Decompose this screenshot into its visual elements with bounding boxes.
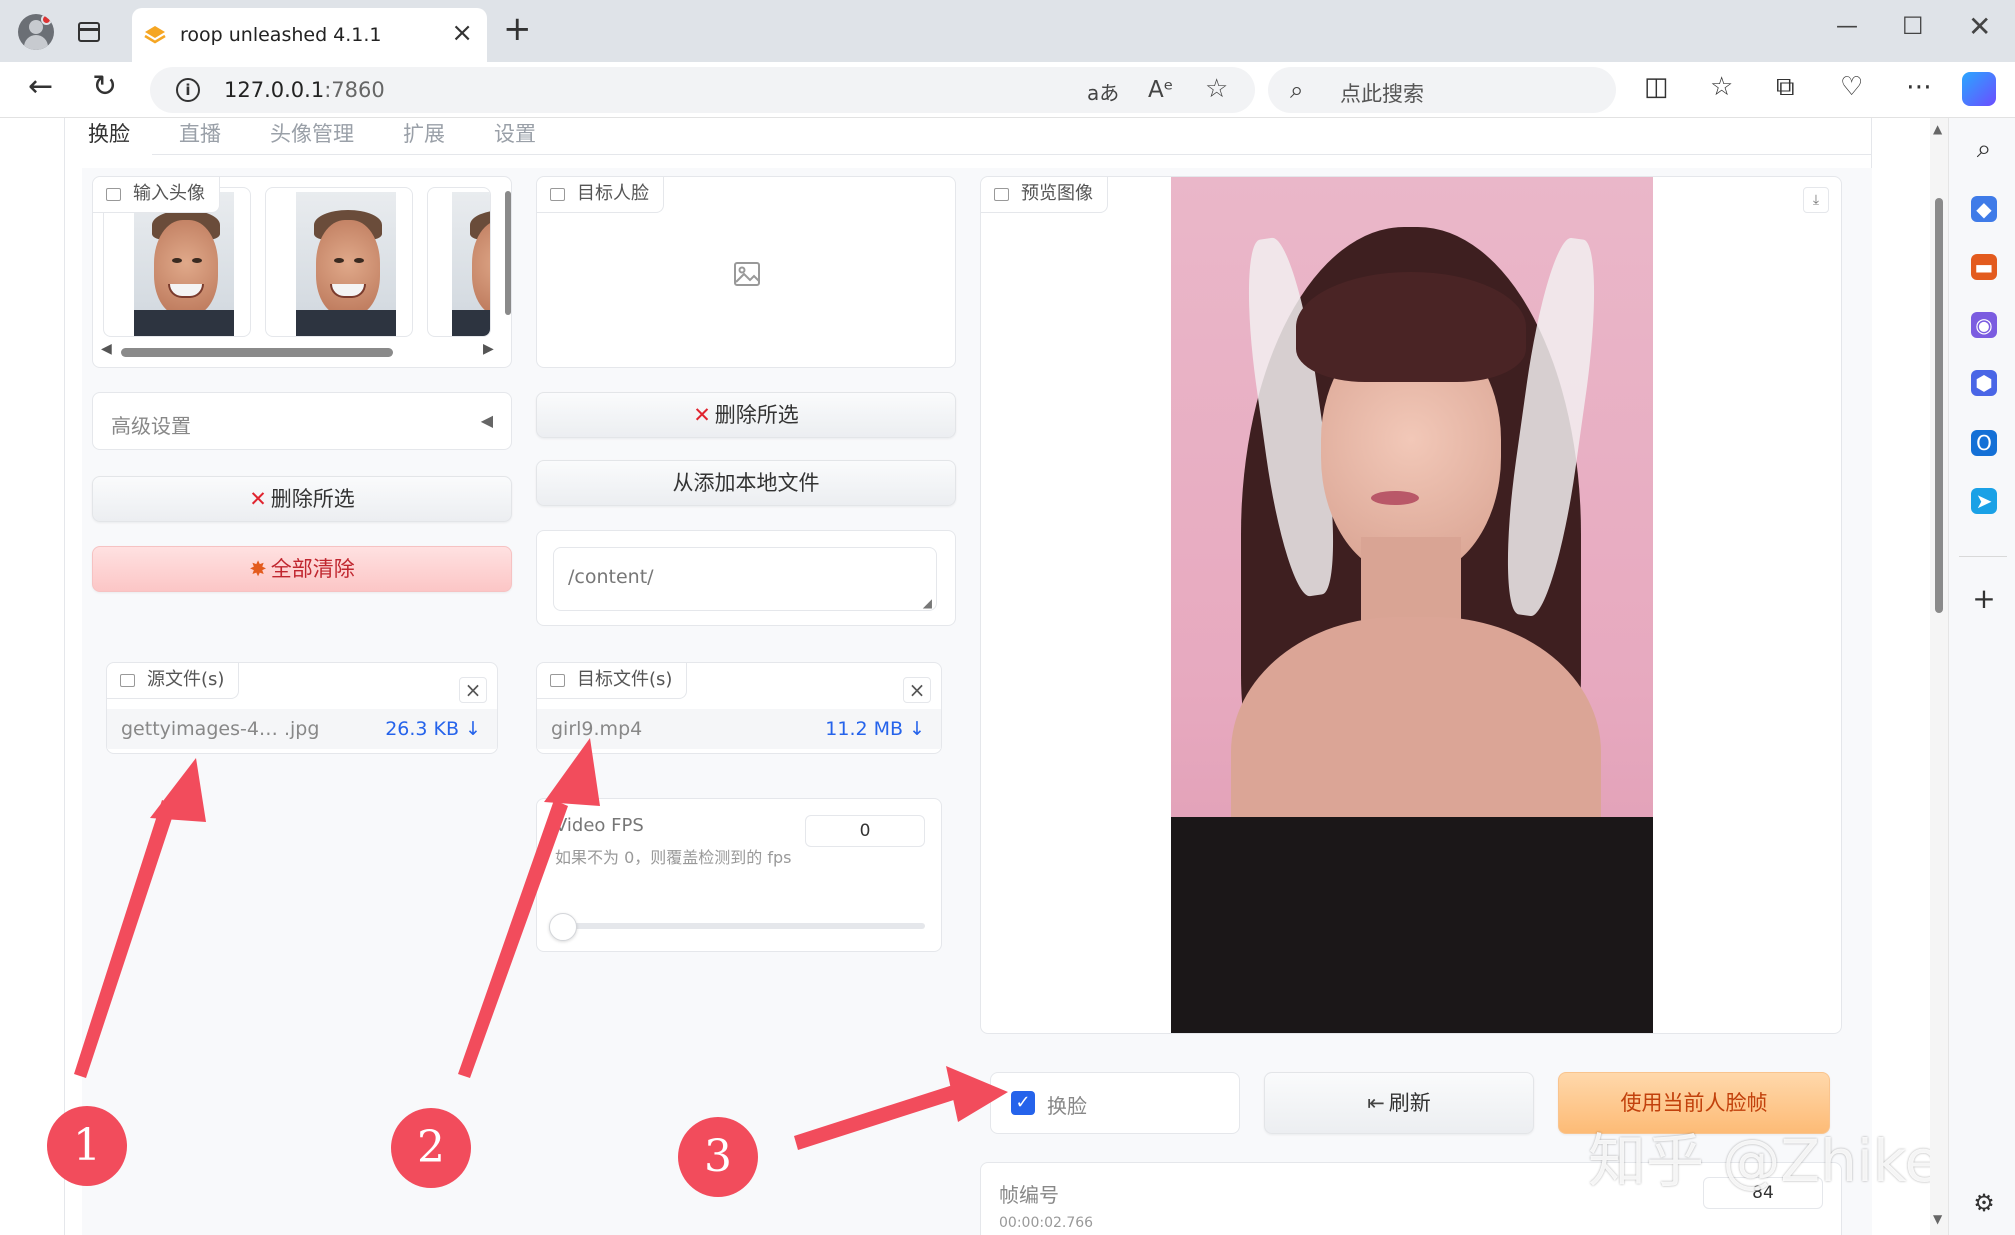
sidebar-tools-icon[interactable]: ▬ (1971, 254, 1997, 280)
reload-icon[interactable]: ↻ (92, 72, 117, 102)
annotation-badge-2: 2 (391, 1108, 471, 1188)
new-tab-icon[interactable]: + (503, 12, 532, 46)
sidebar-games-icon[interactable]: ◉ (1971, 312, 1997, 338)
copilot-icon[interactable] (1962, 72, 1996, 106)
sidebar-outlook-icon[interactable]: O (1971, 430, 1997, 456)
split-screen-icon[interactable]: ◫ (1644, 74, 1669, 100)
page-scrollbar-thumb[interactable] (1935, 198, 1943, 613)
annotation-badge-3: 3 (678, 1117, 758, 1197)
annotation-badge-1: 1 (47, 1106, 127, 1186)
search-placeholder: 点此搜索 (1340, 82, 1424, 106)
annotation-arrows (74, 738, 1008, 1150)
favorites-icon[interactable]: ☆ (1710, 74, 1733, 100)
browser-toolbar: ← ↻ i 127.0.0.1:7860 aあ Aᵉ ☆ ⌕ 点此搜索 ◫ ☆ … (0, 62, 2015, 118)
site-info-icon[interactable]: i (176, 78, 200, 102)
favorite-star-icon[interactable]: ☆ (1205, 74, 1228, 104)
translate-icon[interactable]: aあ (1087, 77, 1119, 106)
sidebar-send-icon[interactable]: ➤ (1971, 488, 1997, 514)
close-window-icon[interactable]: ✕ (1968, 10, 1991, 43)
collections-icon[interactable]: ⧉ (1776, 74, 1795, 100)
sidebar-add-icon[interactable]: + (1971, 585, 1997, 613)
back-icon[interactable]: ← (28, 72, 53, 102)
watermark-text: 知乎 @Zhikes (1588, 1127, 1930, 1195)
browser-essentials-icon[interactable]: ♡ (1840, 74, 1863, 100)
sidebar-search-icon[interactable]: ⌕ (1971, 136, 1997, 162)
address-bar[interactable]: i 127.0.0.1:7860 aあ Aᵉ ☆ (150, 67, 1255, 113)
sidebar-divider (1959, 556, 2007, 557)
page-scrollbar[interactable]: ▲ ▼ (1930, 118, 1948, 1235)
profile-avatar-icon[interactable] (18, 14, 54, 50)
search-box[interactable]: ⌕ 点此搜索 (1268, 67, 1616, 113)
browser-tab-strip: roop unleashed 4.1.1 × + — ☐ ✕ (0, 0, 2015, 62)
browser-sidebar: ⌕ ◆ ▬ ◉ ⬢ O ➤ + ⚙ (1948, 118, 2015, 1235)
maximize-icon[interactable]: ☐ (1902, 12, 1924, 40)
roop-favicon-icon (144, 26, 166, 44)
browser-tab[interactable]: roop unleashed 4.1.1 × (132, 8, 487, 62)
minimize-icon[interactable]: — (1836, 14, 1858, 39)
search-icon: ⌕ (1290, 76, 1304, 104)
tab-actions-icon[interactable] (78, 22, 100, 42)
read-aloud-icon[interactable]: Aᵉ (1148, 77, 1173, 103)
sidebar-shopping-tag-icon[interactable]: ◆ (1971, 196, 1997, 222)
close-tab-icon[interactable]: × (451, 20, 473, 46)
scroll-up-icon[interactable]: ▲ (1933, 122, 1942, 136)
more-menu-icon[interactable]: ⋯ (1906, 74, 1932, 100)
sidebar-m365-icon[interactable]: ⬢ (1971, 370, 1997, 396)
tab-title: roop unleashed 4.1.1 (180, 24, 382, 46)
scroll-down-icon[interactable]: ▼ (1933, 1212, 1942, 1226)
sidebar-settings-icon[interactable]: ⚙ (1971, 1190, 1997, 1216)
web-page: 换脸 直播 头像管理 扩展 设置 输入头像 ◀ ▶ 目标人脸 预览图像 ⤓ 高级… (0, 118, 1930, 1235)
url-text[interactable]: 127.0.0.1:7860 (224, 78, 385, 102)
